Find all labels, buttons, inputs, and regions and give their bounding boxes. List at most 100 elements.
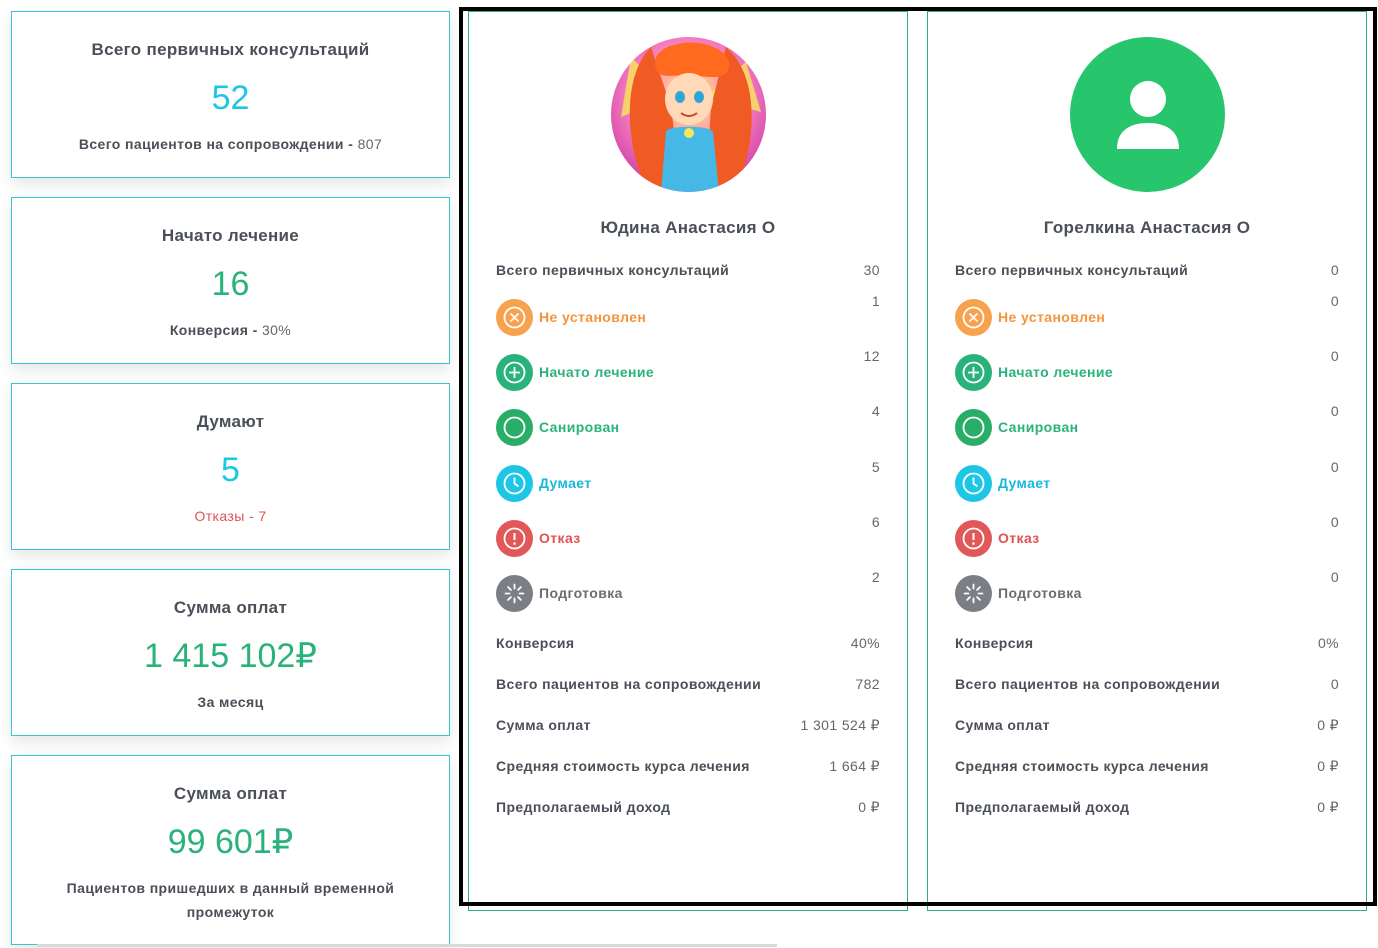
metric-row-avg-cost: Средняя стоимость курса лечения 1 664 ₽ [496,755,880,779]
status-label: Начато лечение [539,364,655,380]
employee-name: Юдина Анастасия О [600,218,776,237]
status-label: Думает [539,475,592,491]
stat-sub: За месяц [197,694,264,710]
row-value: 0% [1317,635,1339,651]
row-label: Всего первичных консультаций [955,262,1189,278]
row-label: Всего пациентов на сопровождении [496,676,762,692]
clock-icon [955,465,992,502]
row-value: 1 301 524 ₽ [800,717,880,733]
metric-row-payments: Сумма оплат 0 ₽ [955,714,1339,738]
status-label: Думает [998,475,1051,491]
status-row-refusal[interactable]: Отказ 6 [496,514,880,560]
status-label: Санирован [539,419,620,435]
row-label: Предполагаемый доход [955,799,1130,815]
row-value: 0 ₽ [858,799,880,815]
circle-icon [955,409,992,446]
stat-card-consultations: Всего первичных консультаций 52 Всего па… [11,11,450,178]
status-row-thinking[interactable]: Думает 0 [955,459,1339,505]
row-value: 40% [850,635,880,651]
status-row-not-set[interactable]: Не установлен 0 [955,293,1339,339]
stat-value: 1 415 102₽ [144,637,317,675]
metric-row-avg-cost: Средняя стоимость курса лечения 0 ₽ [955,755,1339,779]
status-value: 0 [1330,459,1339,475]
status-row-preparation[interactable]: Подготовка 0 [955,569,1339,615]
metric-row-expected-income: Предполагаемый доход 0 ₽ [496,796,880,820]
stat-card-payments-period: Сумма оплат 99 601₽ Пациентов пришедших … [11,755,450,945]
status-row-not-set[interactable]: Не установлен 1 [496,293,880,339]
x-circle-icon [496,299,533,336]
status-value: 5 [871,459,880,475]
status-value: 2 [871,569,880,585]
total-consultations-row: Всего первичных консультаций 0 [955,259,1339,283]
stat-sub: Всего пациентов на сопровождении - 807 [78,136,383,152]
row-label: Сумма оплат [955,717,1050,733]
status-value: 0 [1330,348,1339,364]
row-label: Всего первичных консультаций [496,262,730,278]
spinner-icon [496,575,533,612]
stat-card-thinking: Думают 5 Отказы - 7 [11,383,450,550]
stat-title: Думают [196,412,265,431]
horizontal-scrollbar[interactable] [37,944,777,947]
row-label: Конверсия [496,635,575,651]
x-circle-icon [955,299,992,336]
employee-card: Горелкина Анастасия О Всего первичных ко… [927,11,1367,911]
circle-icon [496,409,533,446]
status-row-treatment-started[interactable]: Начато лечение 12 [496,348,880,394]
row-value: 0 ₽ [1317,717,1339,733]
row-label: Предполагаемый доход [496,799,671,815]
stat-value: 5 [221,451,240,489]
status-value: 4 [871,403,880,419]
status-row-refusal[interactable]: Отказ 0 [955,514,1339,560]
stat-title: Начато лечение [161,226,300,245]
exclamation-icon [955,520,992,557]
stat-title: Всего первичных консультаций [91,40,370,59]
stat-value: 99 601₽ [167,823,294,861]
metric-row-payments: Сумма оплат 1 301 524 ₽ [496,714,880,738]
stat-title: Сумма оплат [173,598,288,617]
row-value: 782 [855,676,880,692]
avatar [1070,37,1225,192]
status-row-sanitized[interactable]: Санирован 4 [496,403,880,449]
user-icon [1117,81,1179,149]
stat-sub: Отказы - 7 [194,508,267,524]
row-value: 0 ₽ [1317,758,1339,774]
exclamation-icon [496,520,533,557]
status-label: Не установлен [539,309,647,325]
total-consultations-row: Всего первичных консультаций 30 [496,259,880,283]
metric-row-conversion: Конверсия 0% [955,632,1339,656]
row-label: Всего пациентов на сопровождении [955,676,1221,692]
status-value: 6 [871,514,880,530]
stat-title: Сумма оплат [173,784,288,803]
stat-card-payments-month: Сумма оплат 1 415 102₽ За месяц [11,569,450,736]
status-row-sanitized[interactable]: Санирован 0 [955,403,1339,449]
row-label: Средняя стоимость курса лечения [955,758,1209,774]
stat-value: 52 [211,79,250,117]
plus-circle-icon [496,354,533,391]
employee-name: Горелкина Анастасия О [1043,218,1251,237]
row-value: 0 ₽ [1317,799,1339,815]
spinner-icon [955,575,992,612]
status-label: Подготовка [539,585,623,601]
status-row-treatment-started[interactable]: Начато лечение 0 [955,348,1339,394]
stat-sub: Пациентов пришедших в данный временной п… [66,880,395,920]
status-value: 0 [1330,293,1339,309]
status-value: 0 [1330,403,1339,419]
row-value: 0 [1330,262,1339,278]
stat-value: 16 [211,265,250,303]
plus-circle-icon [955,354,992,391]
metric-row-patients: Всего пациентов на сопровождении 782 [496,673,880,697]
status-label: Подготовка [998,585,1082,601]
status-row-thinking[interactable]: Думает 5 [496,459,880,505]
row-label: Конверсия [955,635,1034,651]
stat-sub: Конверсия - 30% [169,322,292,338]
status-label: Не установлен [998,309,1106,325]
avatar-image-icon [611,37,766,192]
status-value: 12 [863,348,880,364]
row-label: Средняя стоимость курса лечения [496,758,750,774]
status-label: Отказ [539,530,581,546]
row-value: 1 664 ₽ [829,758,880,774]
status-row-preparation[interactable]: Подготовка 2 [496,569,880,615]
row-label: Сумма оплат [496,717,591,733]
metric-row-conversion: Конверсия 40% [496,632,880,656]
status-label: Отказ [998,530,1040,546]
